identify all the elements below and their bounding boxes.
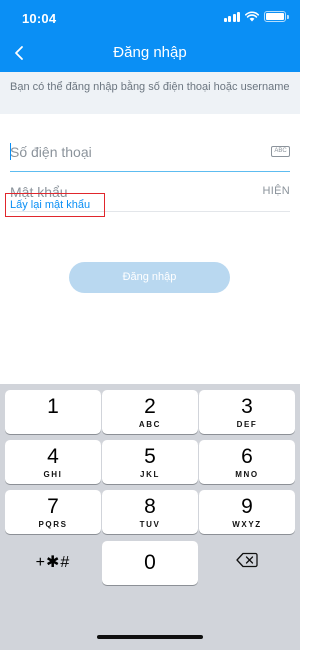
key-letters: PQRS [38,520,68,529]
status-bar: 10:04 [0,0,300,34]
key-letters: WXYZ [232,520,262,529]
key-2[interactable]: 2 ABC [102,390,198,434]
key-delete[interactable] [199,541,295,585]
phone-input[interactable] [10,140,240,164]
login-hint: Bạn có thể đăng nhập bằng số điện thoại … [0,72,300,114]
signal-icon [223,11,240,22]
key-digit: 5 [144,445,156,468]
key-8[interactable]: 8 TUV [102,490,198,534]
keyboard-switch-icon[interactable]: ABC [271,146,290,157]
key-letters: DEF [236,420,258,429]
key-9[interactable]: 9 WXYZ [199,490,295,534]
key-letters: GHI [43,470,63,479]
key-letters: MNO [235,470,259,479]
wifi-icon [245,11,259,22]
key-6[interactable]: 6 MNO [199,440,295,484]
key-3[interactable]: 3 DEF [199,390,295,434]
backspace-icon-wrap [199,551,295,573]
key-symbols-label: +✱# [35,554,71,571]
show-password-toggle[interactable]: HIỆN [263,185,290,197]
key-digit: 3 [241,395,253,418]
forgot-password-link[interactable]: Lấy lại mật khẩu [5,193,105,217]
key-digit: 9 [241,495,253,518]
watermark-logo: Thế Giới Blackb [82,233,220,252]
status-icons [223,11,289,22]
key-4[interactable]: 4 GHI [5,440,101,484]
page-title: Đăng nhập [113,44,187,61]
login-button[interactable]: Đăng nhập [69,262,230,293]
key-digit: 6 [241,445,253,468]
key-digit: 1 [47,395,59,418]
key-letters: TUV [139,520,161,529]
status-time: 10:04 [22,11,57,26]
numeric-keypad: 1 2 ABC 3 DEF 4 GHI 5 JKL 6 MNO 7 PQRS 8… [0,384,300,650]
battery-icon [264,11,289,22]
key-digit: 4 [47,445,59,468]
key-7[interactable]: 7 PQRS [5,490,101,534]
key-letters: JKL [140,470,160,479]
phone-field: ABC [10,132,290,172]
key-digit: 8 [144,495,156,518]
key-0[interactable]: 0 [102,541,198,585]
key-digit: 2 [144,395,156,418]
nav-bar: Đăng nhập [0,34,300,72]
key-digit: 0 [144,551,156,574]
home-indicator [97,635,203,639]
key-digit: 7 [47,495,59,518]
key-1[interactable]: 1 [5,390,101,434]
key-5[interactable]: 5 JKL [102,440,198,484]
backspace-icon [236,552,258,568]
key-symbols[interactable]: +✱# [5,541,101,585]
key-letters: ABC [138,420,162,429]
app-header: 10:04 Đăng nhập [0,0,300,72]
